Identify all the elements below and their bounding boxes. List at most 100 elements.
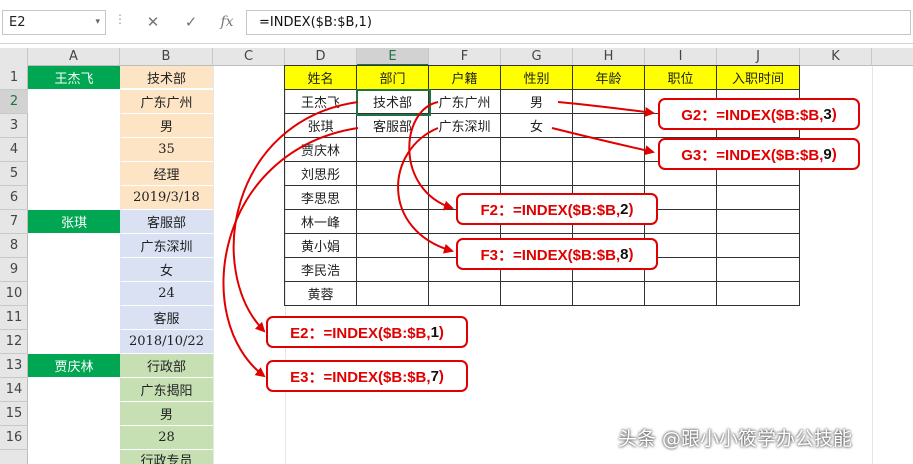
table-cell-f2[interactable]: 广东广州	[428, 89, 501, 114]
table-cell[interactable]	[716, 257, 800, 282]
table-header-age[interactable]: 年龄	[572, 65, 645, 90]
table-cell[interactable]	[572, 281, 645, 306]
table-cell[interactable]	[428, 281, 501, 306]
table-cell[interactable]	[572, 89, 645, 114]
row-header-8[interactable]: 8	[0, 234, 28, 258]
table-cell[interactable]	[572, 113, 645, 138]
column-header-d[interactable]: D	[285, 48, 357, 66]
row-header-3[interactable]: 3	[0, 114, 28, 138]
table-cell[interactable]	[572, 137, 645, 162]
cell-b9[interactable]: 女	[120, 258, 213, 281]
row-header-5[interactable]: 5	[0, 162, 28, 186]
cell-b15[interactable]: 男	[120, 402, 213, 425]
cell-b13[interactable]: 行政部	[120, 354, 213, 377]
table-cell[interactable]	[356, 185, 429, 210]
row-header-15[interactable]: 15	[0, 402, 28, 426]
cell-b7[interactable]: 客服部	[120, 210, 213, 233]
table-cell-name[interactable]: 李思思	[284, 185, 357, 210]
cell-b12[interactable]: 2018/10/22	[120, 330, 213, 353]
cell-b3[interactable]: 男	[120, 114, 213, 137]
row-header-16[interactable]: 16	[0, 426, 28, 450]
table-header-hire-date[interactable]: 入职时间	[716, 65, 800, 90]
table-cell[interactable]	[356, 161, 429, 186]
table-cell[interactable]	[716, 281, 800, 306]
row-header-1[interactable]: 1	[0, 66, 28, 90]
row-header-13[interactable]: 13	[0, 354, 28, 378]
table-cell-name[interactable]: 贾庆林	[284, 137, 357, 162]
table-cell[interactable]	[356, 281, 429, 306]
table-header-position[interactable]: 职位	[644, 65, 717, 90]
column-header-b[interactable]: B	[120, 48, 213, 66]
table-cell[interactable]	[500, 161, 573, 186]
cell-b4[interactable]: 35	[120, 138, 213, 161]
table-cell[interactable]	[500, 281, 573, 306]
table-cell-name[interactable]: 李民浩	[284, 257, 357, 282]
column-header-e[interactable]: E	[357, 48, 429, 66]
table-cell[interactable]	[716, 209, 800, 234]
table-header-gender[interactable]: 性别	[500, 65, 573, 90]
formula-input[interactable]: =INDEX($B:$B,1)	[246, 10, 911, 35]
column-header-c[interactable]: C	[213, 48, 285, 66]
table-cell[interactable]	[356, 257, 429, 282]
row-header-7[interactable]: 7	[0, 210, 28, 234]
row-header-14[interactable]: 14	[0, 378, 28, 402]
cell-a1[interactable]: 王杰飞	[28, 66, 120, 89]
column-header-h[interactable]: H	[573, 48, 645, 66]
table-cell-name[interactable]: 刘思彤	[284, 161, 357, 186]
cell-b6[interactable]: 2019/3/18	[120, 186, 213, 209]
cell-b10[interactable]: 24	[120, 282, 213, 305]
table-cell[interactable]	[356, 233, 429, 258]
cell-b2[interactable]: 广东广州	[120, 90, 213, 113]
row-header-10[interactable]: 10	[0, 282, 28, 306]
cell-a7[interactable]: 张琪	[28, 210, 120, 233]
table-header-name[interactable]: 姓名	[284, 65, 357, 90]
table-cell-e3[interactable]: 客服部	[356, 113, 429, 138]
cell-b11[interactable]: 客服	[120, 306, 213, 329]
cell-b1[interactable]: 技术部	[120, 66, 213, 89]
column-header-f[interactable]: F	[429, 48, 501, 66]
column-header-g[interactable]: G	[501, 48, 573, 66]
row-header-2[interactable]: 2	[0, 90, 28, 114]
row-header-11[interactable]: 11	[0, 306, 28, 330]
cell-b8[interactable]: 广东深圳	[120, 234, 213, 257]
cell-b17[interactable]: 行政专员	[120, 450, 213, 464]
table-cell[interactable]	[428, 137, 501, 162]
cell-b14[interactable]: 广东揭阳	[120, 378, 213, 401]
table-cell-name[interactable]: 王杰飞	[284, 89, 357, 114]
column-header-i[interactable]: I	[645, 48, 717, 66]
table-cell[interactable]	[356, 209, 429, 234]
callout-f2: F2：=INDEX($B:$B, 2)	[456, 193, 658, 225]
table-header-dept[interactable]: 部门	[356, 65, 429, 90]
table-cell-f3[interactable]: 广东深圳	[428, 113, 501, 138]
cell-b16[interactable]: 28	[120, 426, 213, 449]
name-box[interactable]: E2 ▾	[2, 10, 106, 35]
table-cell[interactable]	[356, 137, 429, 162]
column-header-k[interactable]: K	[800, 48, 872, 66]
table-cell[interactable]	[500, 137, 573, 162]
table-cell-name[interactable]: 黄小娟	[284, 233, 357, 258]
confirm-icon[interactable]: ✓	[180, 10, 202, 34]
chevron-down-icon[interactable]: ▾	[95, 11, 100, 34]
cell-b5[interactable]: 经理	[120, 162, 213, 185]
select-all-corner[interactable]	[0, 48, 28, 66]
table-cell-name[interactable]: 张琪	[284, 113, 357, 138]
insert-function-icon[interactable]: fx	[216, 10, 238, 34]
table-cell[interactable]	[428, 161, 501, 186]
table-cell-g2[interactable]: 男	[500, 89, 573, 114]
table-cell[interactable]	[644, 281, 717, 306]
table-cell[interactable]	[572, 161, 645, 186]
cell-a13[interactable]: 贾庆林	[28, 354, 120, 377]
row-header-4[interactable]: 4	[0, 138, 28, 162]
row-header-9[interactable]: 9	[0, 258, 28, 282]
cancel-icon[interactable]: ✕	[142, 10, 164, 34]
table-cell-g3[interactable]: 女	[500, 113, 573, 138]
table-header-hukou[interactable]: 户籍	[428, 65, 501, 90]
table-cell-name[interactable]: 黄蓉	[284, 281, 357, 306]
column-header-j[interactable]: J	[717, 48, 800, 66]
row-header-6[interactable]: 6	[0, 186, 28, 210]
table-cell-name[interactable]: 林一峰	[284, 209, 357, 234]
table-cell[interactable]	[716, 185, 800, 210]
row-header-12[interactable]: 12	[0, 330, 28, 354]
table-cell[interactable]	[716, 233, 800, 258]
column-header-a[interactable]: A	[28, 48, 120, 66]
